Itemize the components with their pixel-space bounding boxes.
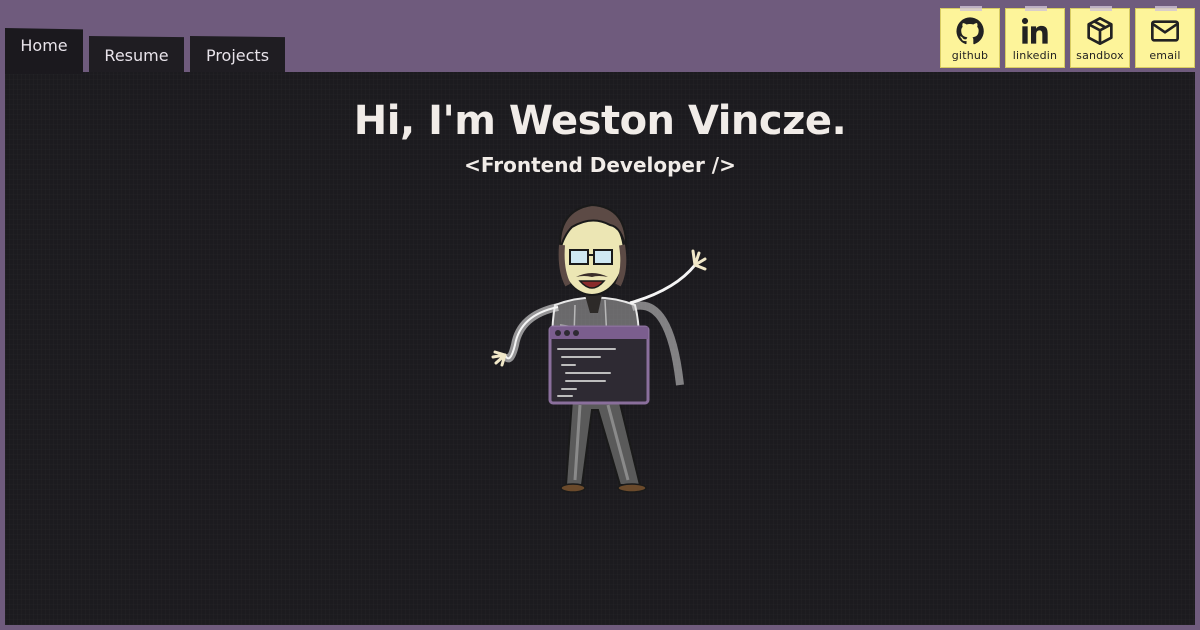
tab-label: Resume [104,45,169,65]
hero-title: Hi, I'm Weston Vincze. [353,98,847,144]
tab-resume[interactable]: Resume [89,36,184,74]
social-label: github [951,49,989,62]
github-icon [956,17,984,45]
tab-label: Home [20,35,68,55]
sandbox-link-button[interactable]: sandbox [1070,6,1130,68]
hero-subtitle: <Frontend Developer /> [464,153,736,177]
tape-decoration [1090,6,1112,11]
developer-avatar-illustration [491,203,707,493]
cube-icon [1087,17,1113,45]
social-label: sandbox [1076,49,1124,62]
linkedin-icon [1021,17,1048,44]
github-link-button[interactable]: github [940,6,1000,68]
envelope-icon [1151,20,1179,42]
tab-home[interactable]: Home [5,28,83,74]
email-link-button[interactable]: email [1135,6,1195,68]
tape-decoration [1025,6,1047,11]
social-label: linkedin [1012,49,1058,62]
linkedin-link-button[interactable]: linkedin [1005,6,1065,68]
social-label: email [1149,49,1181,62]
tab-label: Projects [205,45,270,65]
tape-decoration [960,6,982,11]
tape-decoration [1155,6,1177,11]
tab-projects[interactable]: Projects [190,36,285,74]
